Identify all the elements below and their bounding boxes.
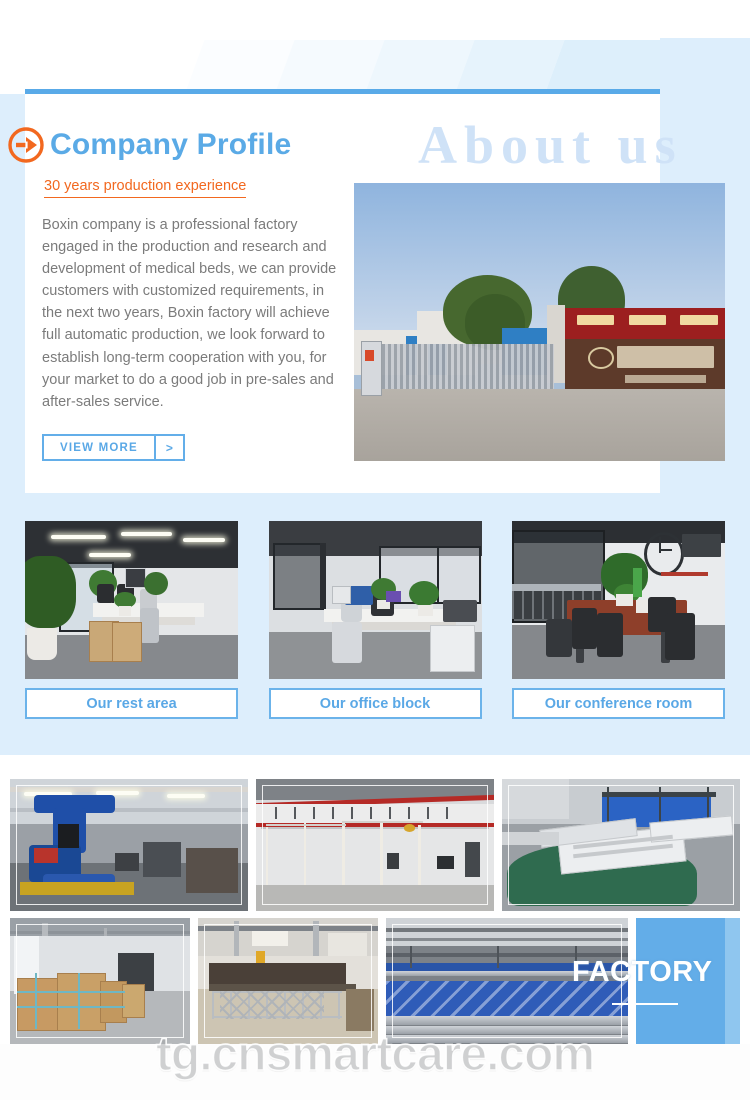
office-gallery: Our rest area Our office block Our confe… [25, 521, 725, 729]
chevron-right-icon: > [165, 440, 173, 455]
office-block-photo [268, 521, 482, 679]
office-gallery-item: Our conference room [512, 521, 725, 729]
office-gallery-caption: Our office block [268, 688, 482, 719]
about-us-page: About us Company Profile 30 years produc… [0, 0, 750, 1100]
paint-line-photo [256, 779, 494, 911]
office-gallery-caption: Our conference room [512, 688, 725, 719]
profile-description: Boxin company is a professional factory … [42, 217, 337, 410]
tagline: 30 years production experience [44, 178, 247, 198]
circle-arrow-right-icon [8, 127, 44, 163]
factory-gate-photo [354, 183, 725, 461]
view-more-button[interactable]: VIEW MORE > [42, 434, 185, 461]
conference-room-photo [512, 521, 725, 679]
assembly-line-photo [502, 779, 740, 911]
robot-welding-photo [10, 779, 248, 911]
factory-label: FACTORY [572, 956, 713, 988]
office-gallery-caption: Our rest area [25, 688, 238, 719]
site-watermark: tg.cnsmartcare.com [155, 1027, 596, 1082]
rest-area-photo [25, 521, 238, 679]
office-gallery-item: Our office block [268, 521, 482, 729]
view-more-label: VIEW MORE [44, 436, 156, 459]
top-banner [0, 0, 750, 90]
page-title: Company Profile [50, 128, 292, 161]
factory-gallery-row-1 [10, 779, 740, 911]
office-gallery-item: Our rest area [25, 521, 238, 729]
factory-label-underline [612, 1003, 678, 1005]
about-us-watermark-heading: About us [418, 115, 683, 175]
